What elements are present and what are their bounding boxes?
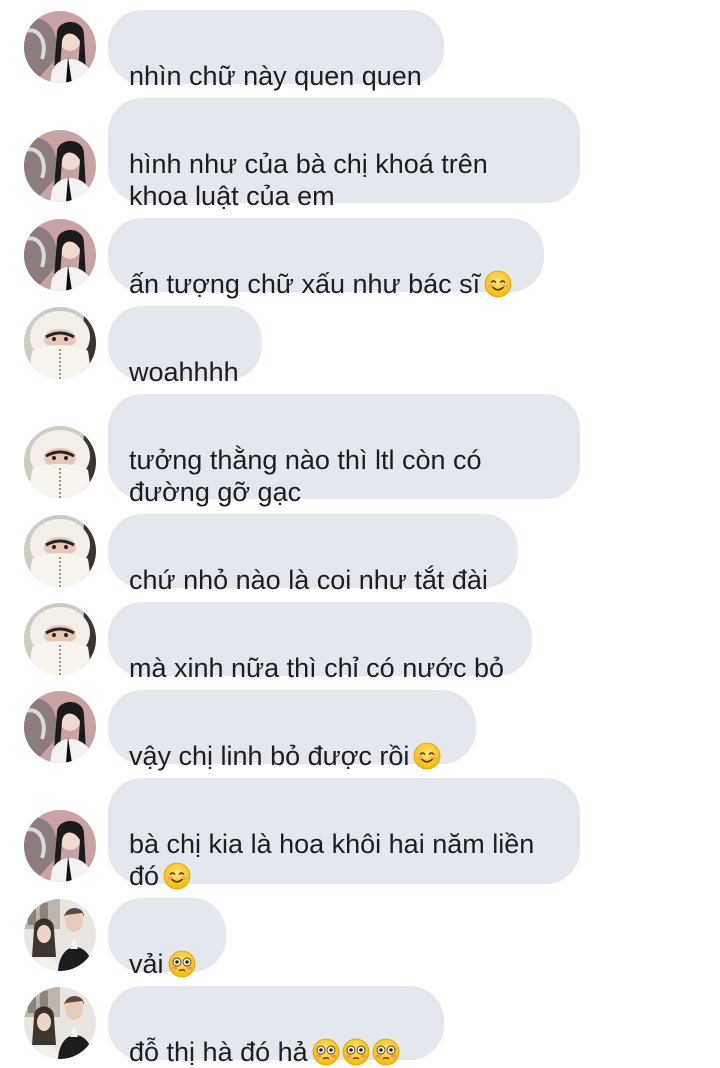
avatar[interactable] bbox=[24, 810, 96, 882]
avatar-girl-dark-hair-icon bbox=[24, 691, 96, 763]
flushed-face-emoji-icon bbox=[312, 1038, 340, 1066]
flushed-face-emoji-icon bbox=[342, 1038, 370, 1066]
avatar-girl-white-hood-icon bbox=[24, 426, 96, 498]
avatar[interactable] bbox=[24, 426, 96, 498]
message-row: vậy chị linh bỏ được rồi bbox=[0, 690, 720, 771]
avatar[interactable] bbox=[24, 515, 96, 587]
message-row: ấn tượng chữ xấu như bác sĩ bbox=[0, 218, 720, 299]
message-row: mà xinh nữa thì chỉ có nước bỏ bbox=[0, 602, 720, 683]
avatar-girl-dark-hair-icon bbox=[24, 219, 96, 291]
message-text: chứ nhỏ nào là coi như tắt đài bbox=[129, 565, 488, 595]
avatar[interactable] bbox=[24, 307, 96, 379]
smiling-face-emoji-icon bbox=[484, 270, 512, 298]
message-text: nhìn chữ này quen quen bbox=[129, 61, 422, 91]
flushed-face-emoji-icon bbox=[372, 1038, 400, 1066]
message-bubble[interactable]: tưởng thằng nào thì ltl còn có đường gỡ … bbox=[108, 394, 580, 507]
message-text: vậy chị linh bỏ được rồi bbox=[129, 741, 410, 771]
message-bubble[interactable]: nhìn chữ này quen quen bbox=[108, 10, 444, 91]
message-bubble[interactable]: bà chị kia là hoa khôi hai năm liền đó bbox=[108, 778, 580, 891]
avatar-girl-white-hood-icon bbox=[24, 307, 96, 379]
message-row: woahhhh bbox=[0, 306, 720, 387]
message-row: vải bbox=[0, 898, 720, 979]
avatar-girl-white-hood-icon bbox=[24, 603, 96, 675]
message-row: tưởng thằng nào thì ltl còn có đường gỡ … bbox=[0, 394, 720, 507]
message-bubble[interactable]: hình như của bà chị khoá trên khoa luật … bbox=[108, 98, 580, 211]
avatar[interactable] bbox=[24, 899, 96, 971]
avatar[interactable] bbox=[24, 11, 96, 83]
avatar-girl-white-hood-icon bbox=[24, 515, 96, 587]
message-text: woahhhh bbox=[129, 357, 239, 387]
message-bubble[interactable]: woahhhh bbox=[108, 306, 262, 387]
avatar-couple-icon bbox=[24, 987, 96, 1059]
avatar[interactable] bbox=[24, 987, 96, 1059]
avatar[interactable] bbox=[24, 130, 96, 202]
message-bubble[interactable]: vải bbox=[108, 898, 226, 979]
message-text: hình như của bà chị khoá trên khoa luật … bbox=[129, 149, 488, 211]
message-row: hình như của bà chị khoá trên khoa luật … bbox=[0, 98, 720, 211]
smiling-face-emoji-icon bbox=[163, 862, 191, 890]
message-bubble[interactable]: vậy chị linh bỏ được rồi bbox=[108, 690, 476, 771]
message-text: mà xinh nữa thì chỉ có nước bỏ bbox=[129, 653, 505, 683]
avatar-girl-dark-hair-icon bbox=[24, 810, 96, 882]
message-row: đỗ thị hà đó hả bbox=[0, 986, 720, 1067]
message-row: nhìn chữ này quen quen bbox=[0, 10, 720, 91]
avatar-girl-dark-hair-icon bbox=[24, 130, 96, 202]
flushed-face-emoji-icon bbox=[168, 950, 196, 978]
smiling-face-emoji-icon bbox=[413, 742, 441, 770]
message-text: tưởng thằng nào thì ltl còn có đường gỡ … bbox=[129, 445, 482, 507]
avatar[interactable] bbox=[24, 219, 96, 291]
message-row: chứ nhỏ nào là coi như tắt đài bbox=[0, 514, 720, 595]
message-bubble[interactable]: ấn tượng chữ xấu như bác sĩ bbox=[108, 218, 544, 299]
message-bubble[interactable]: mà xinh nữa thì chỉ có nước bỏ bbox=[108, 602, 532, 683]
message-text: đỗ thị hà đó hả bbox=[129, 1037, 308, 1067]
message-row: bà chị kia là hoa khôi hai năm liền đó bbox=[0, 778, 720, 891]
avatar[interactable] bbox=[24, 603, 96, 675]
message-bubble[interactable]: chứ nhỏ nào là coi như tắt đài bbox=[108, 514, 518, 595]
avatar[interactable] bbox=[24, 691, 96, 763]
message-bubble[interactable]: đỗ thị hà đó hả bbox=[108, 986, 444, 1067]
message-text: vải bbox=[129, 949, 164, 979]
message-text: ấn tượng chữ xấu như bác sĩ bbox=[129, 269, 481, 299]
avatar-girl-dark-hair-icon bbox=[24, 11, 96, 83]
avatar-couple-icon bbox=[24, 899, 96, 971]
